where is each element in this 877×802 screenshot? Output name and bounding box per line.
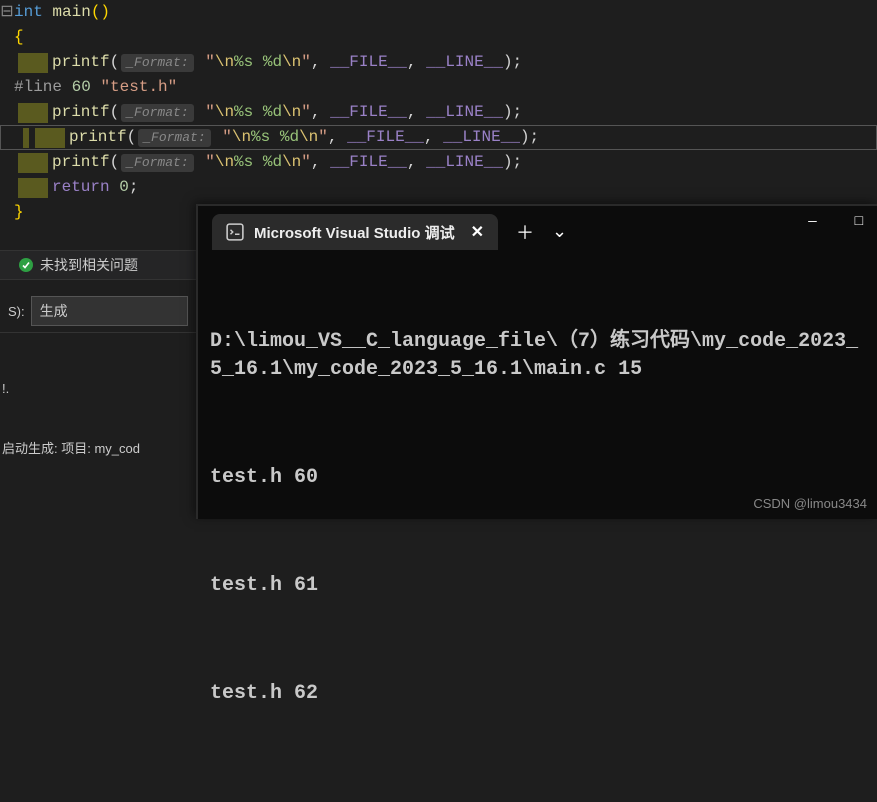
code-line[interactable]: printf ( _Format: "\n%s %d\n" , __FILE__… [0,150,877,175]
indent-marker [18,153,48,173]
output-header: S): 生成 [0,290,196,333]
terminal-tab-title: Microsoft Visual Studio 调试 [254,222,455,243]
output-body[interactable]: !. 启动生成: 项目: my_cod 023_5_16.1.vcxproj -… [0,333,196,519]
check-circle-icon [18,257,34,273]
indent-marker [23,128,29,148]
param-hint: _Format: [121,54,193,72]
preproc-str: "test.h" [100,75,177,100]
watermark: CSDN @limou3434 [753,496,867,511]
file-macro: __FILE__ [330,50,407,75]
keyword-int: int [14,0,43,25]
maximize-icon[interactable]: □ [855,214,863,230]
indent-marker [35,128,65,148]
preproc-num: 60 [72,75,91,100]
terminal-output-line: D:\limou_VS__C_language_file\（7）练习代码\my_… [210,328,865,384]
window-controls: — □ [808,214,863,230]
terminal-tab[interactable]: Microsoft Visual Studio 调试 ✕ [212,214,498,250]
issues-text: 未找到相关问题 [40,255,138,275]
parens: () [91,0,110,25]
output-dropdown-value: 生成 [40,303,68,319]
line-macro: __LINE__ [426,50,503,75]
output-line: !. [2,379,194,399]
terminal-output-line: test.h 61 [210,572,865,600]
terminal-body[interactable]: D:\limou_VS__C_language_file\（7）练习代码\my_… [198,258,877,802]
new-tab-icon[interactable]: ＋ [516,219,534,245]
code-line[interactable]: printf ( _Format: "\n%s %d\n" , __FILE__… [0,50,877,75]
code-line[interactable]: printf ( _Format: "\n%s %d\n" , __FILE__… [0,100,877,125]
output-source-dropdown[interactable]: 生成 [31,296,188,326]
code-line[interactable]: return 0 ; [0,175,877,200]
indent-marker [18,178,48,198]
terminal-icon [226,223,244,241]
func-main: main [52,0,90,25]
fold-minus-icon[interactable]: ⊟ [0,0,14,25]
output-panel: S): 生成 !. 启动生成: 项目: my_cod 023_5_16.1.vc… [0,290,196,519]
open-brace: { [14,25,24,50]
output-line: 启动生成: 项目: my_cod [2,439,194,459]
preproc-line: #line [14,75,62,100]
terminal-output-line: test.h 60 [210,464,865,492]
code-line[interactable]: #line 60 "test.h" [0,75,877,100]
indent-marker [18,103,48,123]
code-line-current[interactable]: printf ( _Format: "\n%s %d\n" , __FILE__… [0,125,877,150]
code-line[interactable]: ⊟ int main () [0,0,877,25]
terminal-titlebar[interactable]: Microsoft Visual Studio 调试 ✕ ＋ ⌄ — □ [198,206,877,258]
func-printf: printf [52,50,110,75]
debug-console-window: Microsoft Visual Studio 调试 ✕ ＋ ⌄ — □ D:\… [196,204,877,519]
output-label: S): [8,304,25,319]
code-editor[interactable]: ⊟ int main () { printf ( _Format: "\n%s … [0,0,877,225]
code-line[interactable]: { [0,25,877,50]
return-keyword: return [52,175,110,200]
tab-dropdown-icon[interactable]: ⌄ [552,221,567,243]
indent-marker [18,53,48,73]
minimize-icon[interactable]: — [808,214,816,230]
return-value: 0 [119,175,129,200]
terminal-tab-controls: ＋ ⌄ [516,219,567,245]
terminal-output-line: test.h 62 [210,680,865,708]
close-brace: } [14,200,24,225]
close-tab-icon[interactable]: ✕ [471,222,484,242]
